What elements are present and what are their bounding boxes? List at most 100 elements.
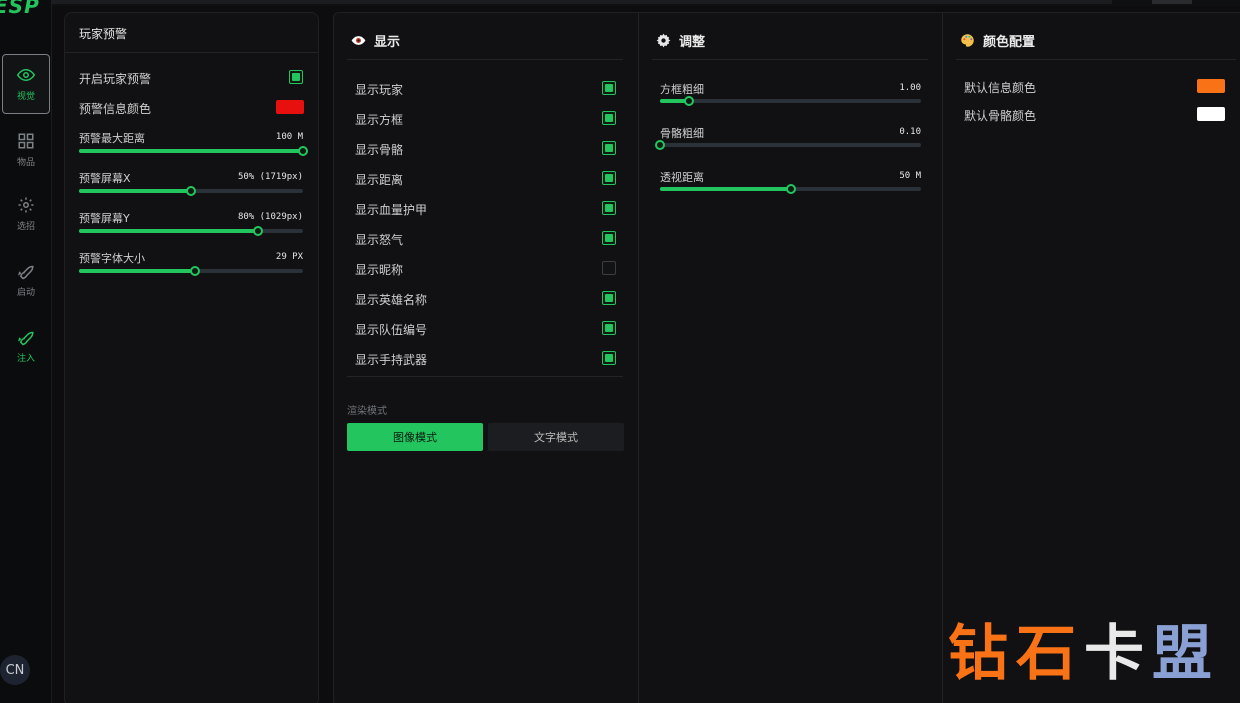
title-bar [52, 0, 1112, 4]
nav-item-label: 注入 [16, 354, 35, 364]
app-logo: ESP [0, 0, 40, 18]
slider-label: 预警屏幕X [79, 172, 131, 185]
slider[interactable] [655, 140, 921, 150]
color-swatch[interactable] [1197, 107, 1225, 121]
slider-knob[interactable] [655, 140, 665, 150]
enable-warning-label: 开启玩家预警 [79, 72, 152, 86]
slider-track [660, 143, 921, 147]
display-option-label: 显示昵称 [355, 263, 404, 277]
warning-color-swatch[interactable] [276, 100, 304, 114]
section-title-text: 颜色配置 [983, 35, 1036, 50]
slider[interactable] [79, 266, 303, 276]
nav-item-visual[interactable]: 视觉 [2, 54, 50, 114]
display-option-checkbox[interactable] [602, 171, 616, 185]
slider-knob[interactable] [186, 186, 196, 196]
text-mode-button[interactable]: 文字模式 [488, 423, 624, 451]
section-title-text: 调整 [679, 35, 706, 50]
display-option-label: 显示英雄名称 [355, 293, 428, 307]
display-option-checkbox[interactable] [602, 141, 616, 155]
language-button[interactable]: CN [0, 655, 30, 685]
slider[interactable] [79, 186, 303, 196]
display-option-label: 显示手持武器 [355, 353, 428, 367]
warning-color-label: 预警信息颜色 [79, 102, 152, 116]
nav-item-launch[interactable]: 启动 [2, 250, 50, 310]
nav-item-label: 物品 [16, 158, 35, 168]
gear-icon [18, 197, 34, 213]
slider-fill [79, 229, 259, 233]
slider-value: 0.10 [899, 127, 921, 137]
slider-fill [79, 269, 196, 273]
divider [652, 59, 928, 60]
color-option-label: 默认骨骼颜色 [964, 109, 1037, 123]
top-strip [52, 0, 1240, 6]
nav-item-label: 视觉 [16, 92, 35, 102]
nav-item-options[interactable]: 选招 [2, 184, 50, 244]
display-option-label: 显示队伍编号 [355, 323, 428, 337]
nav-item-label: 选招 [16, 222, 35, 232]
slider-label: 透视距离 [660, 171, 704, 184]
slider-value: 50% (1719px) [237, 172, 303, 182]
display-option-label: 显示距离 [355, 173, 404, 187]
slider-fill [79, 149, 303, 153]
display-option-label: 显示方框 [355, 113, 404, 127]
display-option-label: 显示玩家 [355, 83, 404, 97]
color-option-label: 默认信息颜色 [964, 81, 1037, 95]
column-divider [638, 12, 639, 703]
slider-knob[interactable] [253, 226, 264, 236]
slider-value: 50 M [899, 171, 921, 181]
panel-title: 玩家预警 [79, 27, 128, 41]
display-option-checkbox[interactable] [602, 81, 616, 95]
color-section-title: 颜色配置 [960, 31, 1035, 50]
image-mode-button[interactable]: 图像模式 [347, 423, 483, 451]
watermark-char: 石 [1016, 619, 1084, 689]
adjust-section-title: 调整 [656, 31, 705, 50]
divider [65, 52, 318, 53]
column-divider [942, 12, 943, 703]
display-option-checkbox[interactable] [602, 351, 616, 365]
slider[interactable] [79, 226, 303, 236]
slider[interactable] [660, 184, 921, 194]
display-option-checkbox[interactable] [602, 231, 616, 245]
enable-warning-checkbox[interactable] [289, 70, 303, 84]
slider-knob[interactable] [683, 96, 694, 106]
color-swatch[interactable] [1197, 79, 1225, 93]
grid-icon [18, 133, 34, 149]
display-option-checkbox[interactable] [602, 111, 616, 125]
display-option-label: 显示骨骼 [355, 143, 404, 157]
slider-knob[interactable] [298, 146, 308, 156]
rocket-icon [17, 331, 34, 346]
settings-panel [333, 12, 1240, 703]
slider-label: 预警最大距离 [79, 132, 145, 145]
divider [347, 59, 623, 60]
palette-icon [961, 34, 974, 47]
watermark: 钻石卡盟 [948, 605, 1220, 692]
slider-track [660, 99, 921, 103]
nav-item-items[interactable]: 物品 [2, 120, 50, 180]
divider [956, 59, 1236, 60]
slider-label: 骨骼粗细 [660, 127, 704, 140]
slider-knob[interactable] [190, 266, 201, 276]
slider-label: 预警屏幕Y [79, 212, 130, 225]
display-section-title: 显示 [351, 31, 400, 50]
slider-label: 方框粗细 [660, 83, 704, 96]
nav-rail: ESP 视觉 物品 选招 启动 注入 CN [0, 0, 52, 703]
eye-icon [351, 36, 366, 45]
display-option-checkbox[interactable] [602, 201, 616, 215]
display-option-checkbox[interactable] [602, 321, 616, 335]
display-option-checkbox[interactable] [602, 291, 616, 305]
slider-value: 100 M [275, 132, 303, 142]
slider[interactable] [660, 96, 921, 106]
slider-label: 预警字体大小 [79, 252, 145, 265]
display-option-checkbox[interactable] [602, 261, 616, 275]
slider-value: 80% (1029px) [237, 212, 303, 222]
slider-fill [660, 187, 791, 191]
slider[interactable] [79, 146, 308, 156]
divider [347, 376, 623, 377]
nav-item-inject[interactable]: 注入 [2, 316, 50, 376]
slider-knob[interactable] [785, 184, 796, 194]
window-control[interactable] [1152, 0, 1192, 4]
eye-icon [17, 68, 35, 82]
display-option-label: 显示怒气 [355, 233, 404, 247]
app-window: ESP 视觉 物品 选招 启动 注入 CN 玩家预警 开启玩家预警 预警信息颜色… [0, 0, 1240, 703]
watermark-char: 卡 [1084, 619, 1152, 689]
